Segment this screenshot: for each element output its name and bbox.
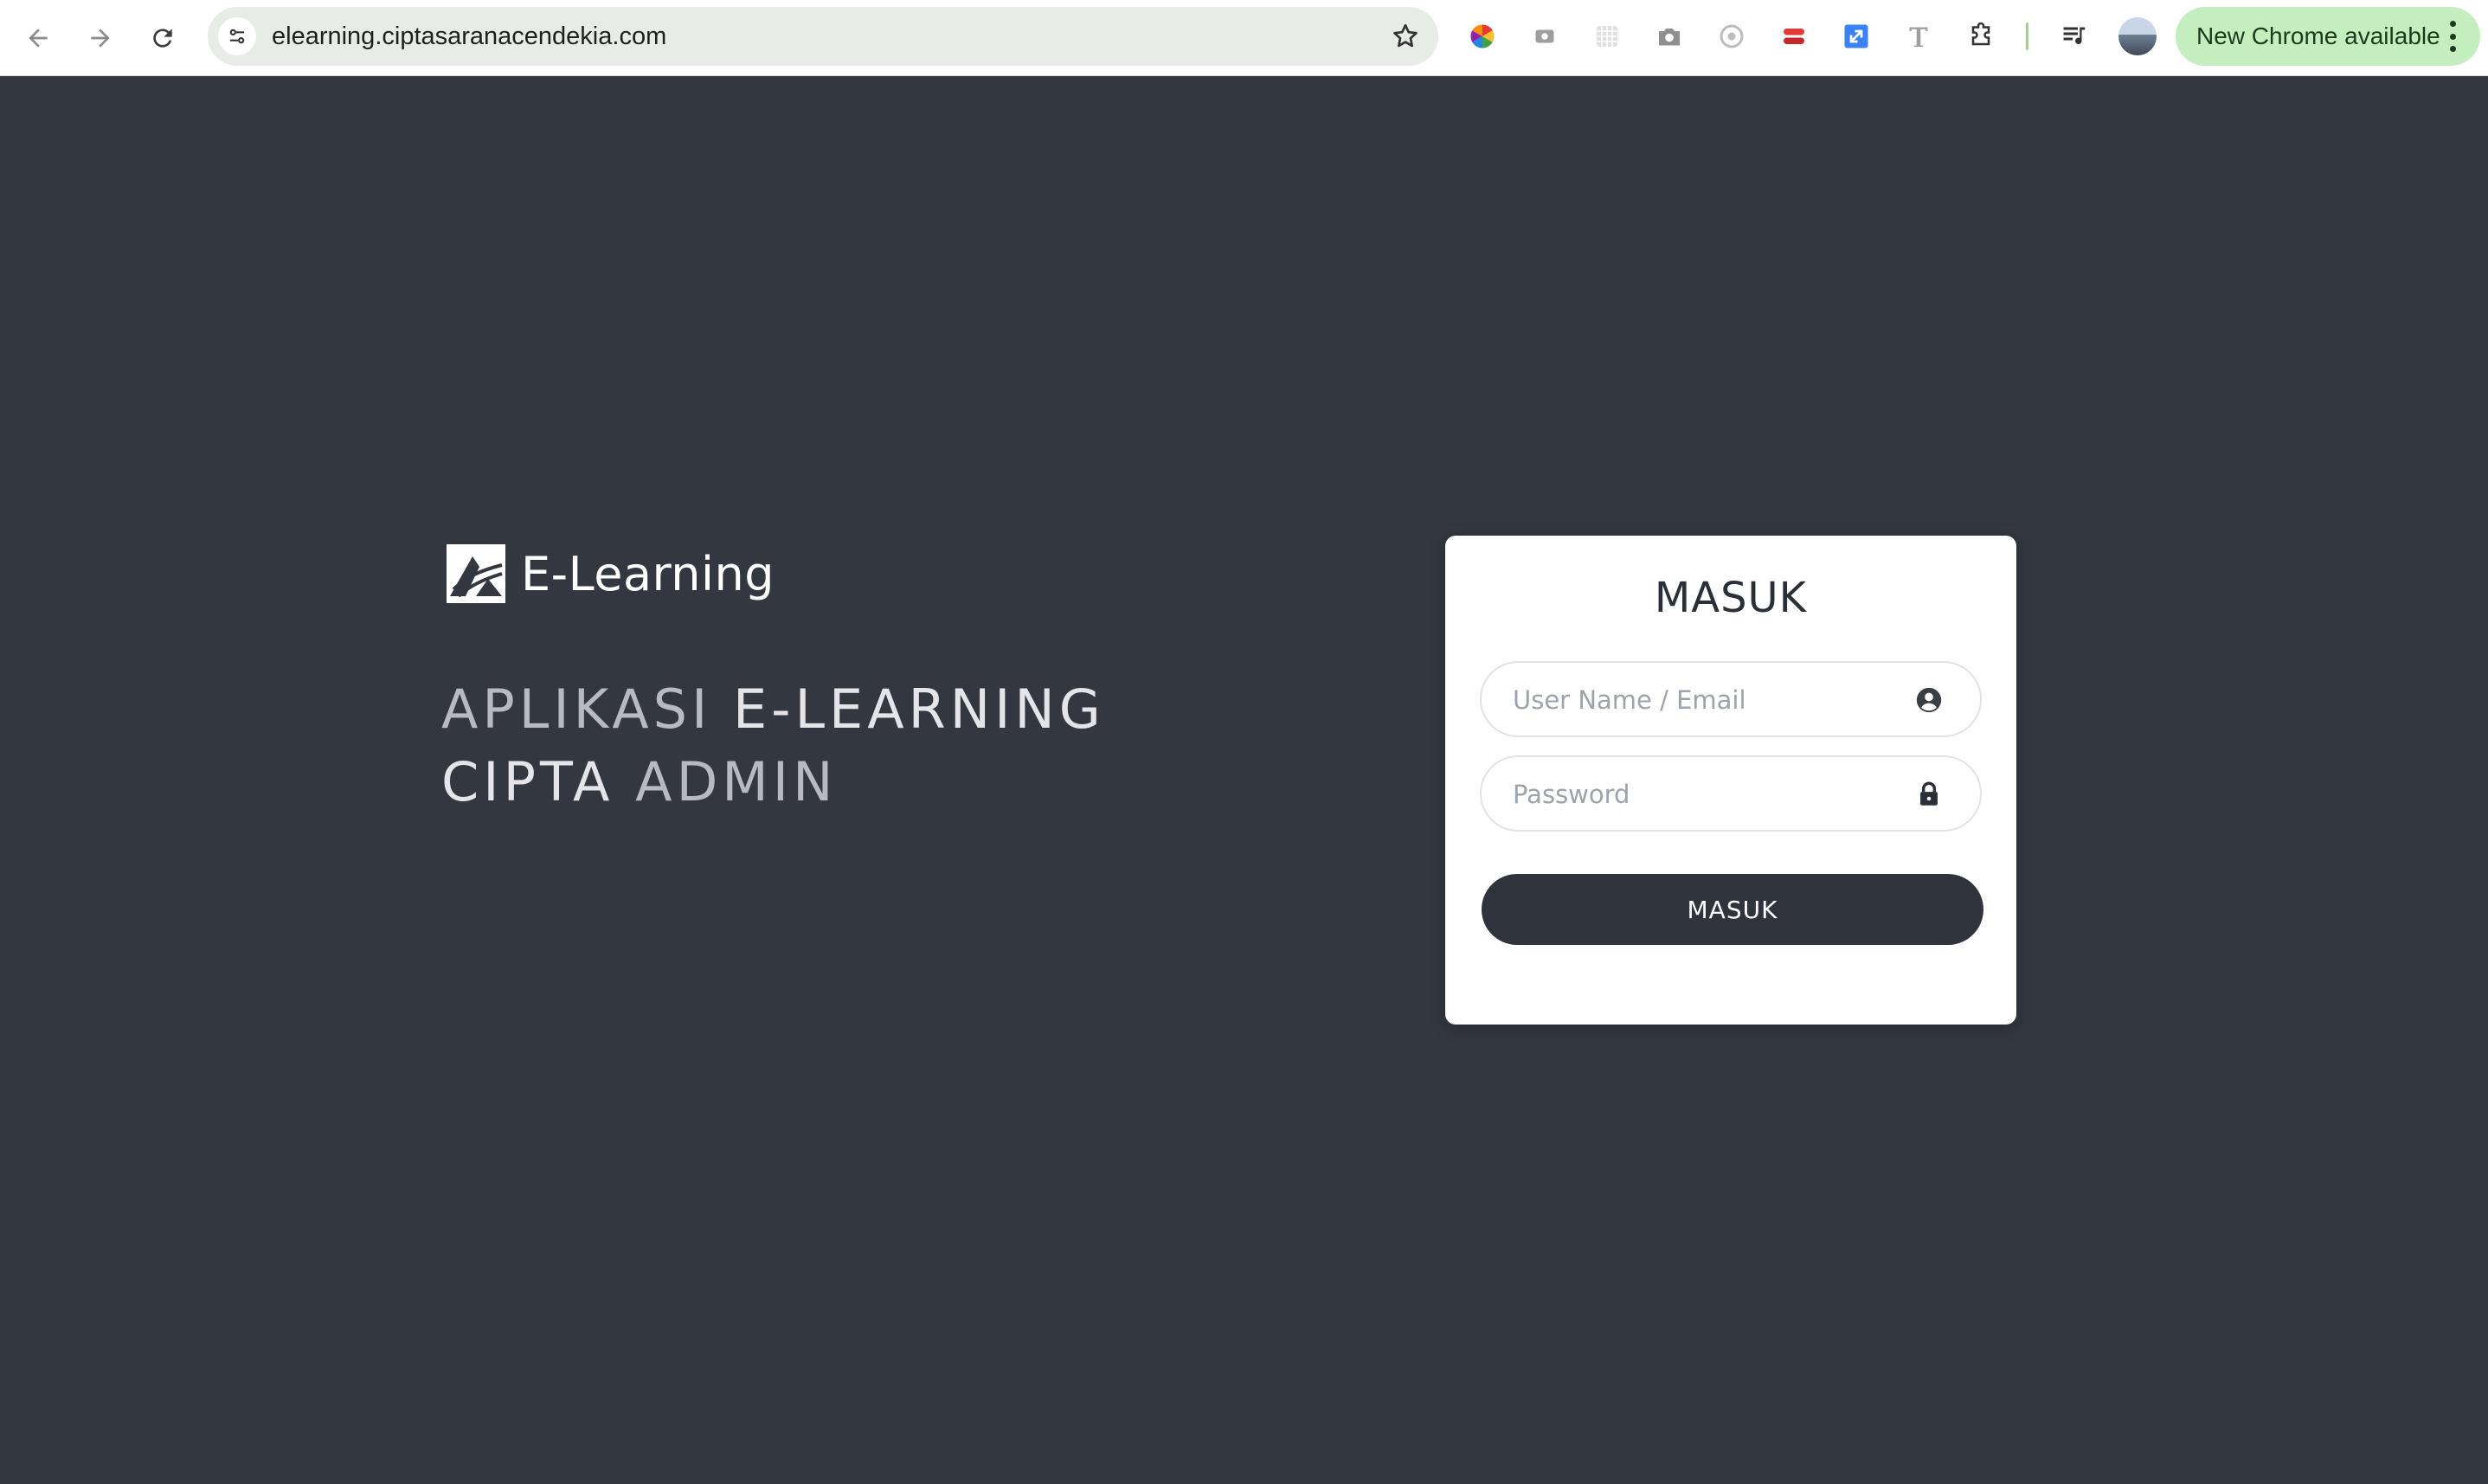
color-wheel-icon	[1470, 24, 1495, 48]
tagline-word-aplikasi: APLIKASI	[441, 678, 733, 741]
arrow-right-icon	[91, 29, 110, 48]
tagline-word-admin: ADMIN	[635, 750, 838, 813]
profile-avatar[interactable]	[2118, 17, 2157, 55]
new-chrome-update-button[interactable]: New Chrome available	[2176, 7, 2480, 66]
grid-extension-icon	[1597, 26, 1617, 47]
lock-icon	[1913, 778, 1945, 811]
browser-toolbar: elearning.ciptasaranacendekia.com New Ch…	[0, 0, 2488, 76]
reload-button[interactable]	[140, 16, 185, 61]
extension-resize[interactable]	[1837, 17, 1875, 55]
update-label: New Chrome available	[2196, 22, 2440, 49]
brand-name: E-Learning	[521, 546, 775, 601]
eye-dropper-icon	[1720, 24, 1744, 48]
login-card: MASUK MASUK	[1445, 536, 2016, 1025]
extensions-menu-button[interactable]	[1962, 17, 2000, 55]
font-t-icon	[1909, 27, 1928, 47]
tune-icon	[229, 29, 245, 44]
password-input[interactable]	[1513, 774, 1893, 814]
login-submit-button[interactable]: MASUK	[1482, 874, 1983, 945]
resize-arrow-icon	[1844, 24, 1868, 48]
url-text[interactable]: elearning.ciptasaranacendekia.com	[272, 22, 666, 50]
tagline-line-2: CIPTA ADMIN	[441, 746, 1220, 819]
extension-font[interactable]	[1900, 17, 1938, 55]
bookmark-star-button[interactable]	[1388, 19, 1423, 54]
reload-icon	[153, 29, 172, 48]
camera-icon	[1659, 29, 1680, 46]
username-field[interactable]	[1480, 661, 1982, 737]
media-controls-button[interactable]	[2056, 17, 2094, 55]
star-icon	[1393, 23, 1418, 48]
back-button[interactable]	[16, 16, 61, 61]
extension-camera[interactable]	[1650, 17, 1688, 55]
red-shapes-icon	[1784, 29, 1804, 44]
tagline-word-elearning: E-LEARNING	[732, 678, 1105, 741]
more-vert-icon	[2444, 21, 2461, 52]
puzzle-extensions-icon	[1971, 22, 1990, 46]
password-field[interactable]	[1480, 755, 1982, 832]
extension-red-shapes[interactable]	[1775, 17, 1813, 55]
login-title: MASUK	[1654, 574, 1808, 622]
extension-screen-capture[interactable]	[1526, 17, 1564, 55]
tagline-word-cipta: CIPTA	[441, 750, 636, 813]
address-bar[interactable]: elearning.ciptasaranacendekia.com	[208, 7, 1438, 66]
toolbar-separator	[2026, 22, 2028, 50]
username-input[interactable]	[1513, 680, 1893, 720]
forward-button[interactable]	[78, 16, 123, 61]
arrow-left-icon	[29, 29, 48, 48]
site-info-button[interactable]	[218, 17, 256, 55]
mountain-logo-icon	[447, 544, 505, 603]
tagline-line-1: APLIKASI E-LEARNING	[441, 673, 1220, 746]
app-tagline: APLIKASI E-LEARNING CIPTA ADMIN	[441, 673, 1220, 819]
brand: E-Learning	[447, 542, 775, 606]
extension-eye-dropper[interactable]	[1713, 17, 1751, 55]
extension-color-wheel[interactable]	[1463, 17, 1501, 55]
media-playlist-icon	[2063, 27, 2086, 44]
user-circle-icon	[1913, 684, 1945, 716]
login-page: E-Learning APLIKASI E-LEARNING CIPTA ADM…	[0, 76, 2488, 1484]
extension-grid[interactable]	[1588, 17, 1626, 55]
screen-capture-icon	[1535, 29, 1554, 43]
